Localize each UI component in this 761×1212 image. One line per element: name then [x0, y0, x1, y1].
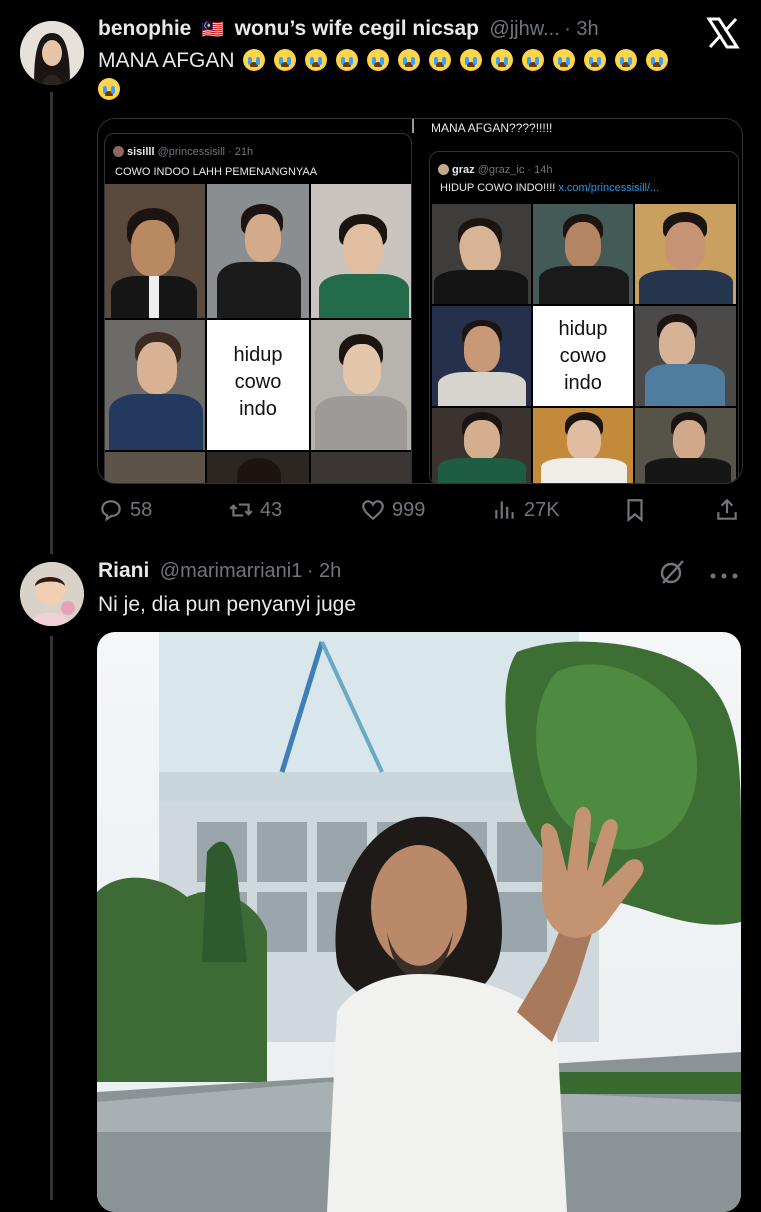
views-button[interactable]: 27K: [492, 497, 560, 523]
quote-text: COWO INDOO LAHH PEMENANGNYAA: [115, 166, 318, 178]
avatar[interactable]: [20, 21, 84, 85]
crying-emoji-icon: [366, 49, 389, 71]
more-icon[interactable]: [708, 568, 740, 579]
share-button[interactable]: [714, 497, 740, 523]
photo-tile: [533, 204, 633, 304]
crying-emoji-icon: [98, 78, 120, 100]
tweet-text: MANA AFGAN: [98, 46, 738, 104]
views-count: 27K: [524, 498, 560, 521]
crying-emoji-icon: [490, 49, 513, 71]
quote-handle: @princessisill · 21h: [157, 146, 254, 158]
tweet-text: Ni je, dia pun penyanyi juge: [98, 593, 357, 616]
user-handle[interactable]: @marimarriani1: [160, 560, 303, 582]
user-handle[interactable]: @jjhw...: [489, 18, 559, 40]
timestamp[interactable]: · 3h: [564, 18, 598, 40]
photo-tile: [207, 184, 309, 318]
x-logo-icon[interactable]: [706, 16, 740, 50]
quote-header: graz @graz_ic · 14h: [438, 164, 552, 176]
quote-avatar: [113, 146, 124, 157]
display-name[interactable]: benophie: [98, 17, 191, 40]
media-caption: MANA AFGAN????!!!!!: [431, 121, 553, 135]
bookmark-icon: [627, 499, 643, 523]
tweet-header: benophie 🇲🇾 wonu’s wife cegil nicsap @jj…: [98, 17, 599, 41]
label-line: indo: [239, 398, 277, 420]
crying-emoji-icon: [521, 49, 544, 71]
photo-tile: [105, 320, 205, 450]
retweet-icon: [229, 503, 253, 517]
label-line: hidup: [558, 318, 608, 340]
share-icon: [717, 498, 737, 520]
quote-text: HIDUP COWO INDO!!!! x.com/princessisill/…: [440, 182, 659, 194]
quote-header: sisilll @princessisill · 21h: [113, 146, 253, 158]
tweet-header: Riani @marimarriani1 · 2h: [98, 559, 341, 583]
crying-emoji-icon: [583, 49, 606, 71]
flag-emoji: 🇲🇾: [201, 19, 225, 39]
like-button[interactable]: 999: [360, 497, 425, 523]
crying-emoji-icon: [304, 49, 327, 71]
photo-tile: [207, 452, 309, 483]
tweet-text-body: MANA AFGAN: [98, 49, 235, 72]
crying-emoji-icon: [335, 49, 358, 71]
reply-count: 58: [130, 498, 153, 521]
crying-emoji-icon: [428, 49, 451, 71]
quote-text-body: HIDUP COWO INDO!!!!: [440, 182, 556, 194]
crying-emoji-icon: [397, 49, 420, 71]
display-name-suffix[interactable]: wonu’s wife cegil nicsap: [235, 17, 479, 40]
timestamp[interactable]: · 2h: [307, 560, 341, 582]
quote-avatar: [438, 164, 449, 175]
photo-tile: [105, 452, 205, 483]
reply-button[interactable]: 58: [98, 497, 152, 523]
photo-tile: [105, 184, 205, 318]
heart-icon: [362, 500, 384, 521]
photo-man-waving: [97, 632, 741, 1212]
avatar[interactable]: [20, 562, 84, 626]
quote-name: sisilll: [127, 146, 155, 158]
hidup-cowo-indo-label: hidup cowo indo: [533, 306, 633, 406]
photo-tile: [635, 408, 736, 483]
tweet-photo[interactable]: [97, 632, 741, 1212]
photo-tile: [432, 204, 531, 304]
photo-tile: [533, 408, 633, 483]
grok-icon[interactable]: [658, 558, 686, 586]
photo-tile: [432, 306, 531, 406]
like-count: 999: [392, 498, 426, 521]
thread-line-top: [50, 92, 53, 554]
views-icon: [495, 501, 514, 519]
photo-tile: [432, 408, 531, 483]
media-divider: [412, 119, 414, 133]
quote-screenshot-right[interactable]: graz @graz_ic · 14h HIDUP COWO INDO!!!! …: [429, 151, 739, 483]
crying-emoji-icon: [645, 49, 668, 71]
photo-grid: hidup cowo indo: [432, 204, 736, 483]
crying-emoji-icon: [459, 49, 482, 71]
display-name[interactable]: Riani: [98, 559, 149, 582]
hidup-cowo-indo-label: hidup cowo indo: [207, 320, 309, 450]
photo-tile: [311, 320, 411, 450]
crying-emoji-icon: [242, 49, 265, 71]
label-line: cowo: [234, 371, 282, 393]
retweet-button[interactable]: 43: [228, 497, 282, 523]
quote-link[interactable]: x.com/princessisill/...: [558, 182, 659, 194]
crying-emoji-icon: [614, 49, 637, 71]
label-line: cowo: [559, 345, 607, 367]
photo-tile: [311, 184, 411, 318]
label-line: hidup: [233, 344, 283, 366]
thread-line-bottom: [50, 636, 53, 1200]
quote-handle: @graz_ic · 14h: [477, 164, 553, 176]
photo-tile: [635, 306, 736, 406]
photo-tile: [635, 204, 736, 304]
crying-emoji-icon: [273, 49, 296, 71]
retweet-count: 43: [260, 498, 283, 521]
quote-name: graz: [452, 164, 475, 176]
tweet-media[interactable]: sisilll @princessisill · 21h COWO INDOO …: [97, 118, 743, 484]
quote-screenshot-left[interactable]: sisilll @princessisill · 21h COWO INDOO …: [104, 133, 412, 483]
photo-tile: [311, 452, 411, 483]
label-line: indo: [564, 372, 602, 394]
action-bar: 58 43 999 27K: [0, 497, 761, 527]
crying-emoji-icon: [552, 49, 575, 71]
photo-grid: hidup cowo indo: [105, 184, 411, 483]
bookmark-button[interactable]: [622, 497, 648, 523]
reply-icon: [101, 500, 121, 522]
